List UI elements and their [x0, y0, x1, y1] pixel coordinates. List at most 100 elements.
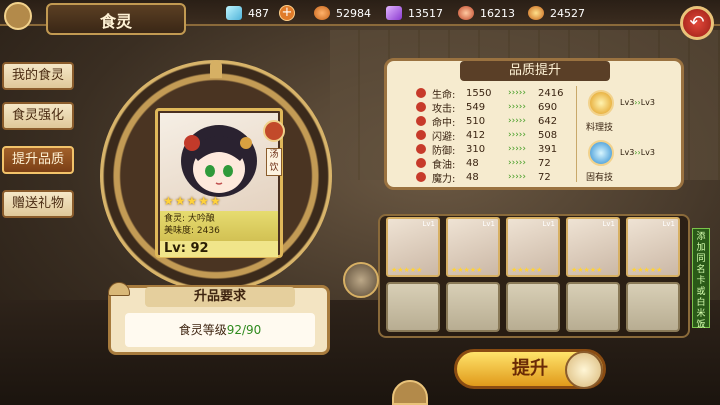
innate-skill-label: 固有技 — [586, 173, 614, 183]
menu-emblem-icon[interactable] — [4, 2, 32, 30]
tab-quality-upgrade[interactable]: 提升品质 — [2, 146, 74, 174]
requirement-value: 92/90 — [226, 323, 262, 337]
stat-from: 1550 — [466, 87, 492, 99]
material-card-5[interactable]: Lv1 ★★★★★ — [626, 217, 680, 277]
arrow-icon: ››››› — [508, 144, 526, 154]
cooking-skill-icon[interactable] — [588, 90, 614, 116]
innate-skill-level: Lv3››Lv3 — [620, 148, 655, 157]
material-card-stars: ★★★★★ — [391, 266, 423, 274]
requirement-title: 升品要求 — [145, 287, 295, 307]
material-card-level: Lv1 — [542, 220, 556, 228]
stat-to: 72 — [538, 171, 551, 183]
back-button[interactable]: ↶ — [680, 6, 714, 40]
stat-label: 魔力: — [432, 173, 456, 185]
empty-slot-2[interactable] — [446, 282, 500, 332]
stat-from: 549 — [466, 101, 486, 113]
resource-diamond: 487 + — [226, 4, 295, 22]
skill-level-from: Lv3 — [620, 148, 635, 157]
soup-bowl-icon — [263, 120, 285, 142]
material-card-level: Lv1 — [482, 220, 496, 228]
stat-label: 攻击: — [432, 103, 456, 115]
material-card-2[interactable]: Lv1 ★★★★★ — [446, 217, 500, 277]
add-diamond-button[interactable]: + — [279, 5, 295, 21]
stat-label: 食油: — [432, 159, 456, 171]
stat-row-defense: 防御: 310 ››››› 391 — [416, 142, 578, 157]
resource-crystal: 13517 — [386, 4, 443, 22]
empty-slot-4[interactable] — [566, 282, 620, 332]
stat-to: 642 — [538, 115, 558, 127]
arrow-icon: ››››› — [508, 116, 526, 126]
stat-row-dodge: 闪避: 412 ››››› 508 — [416, 128, 578, 143]
material-card-stars: ★★★★★ — [451, 266, 483, 274]
potion-count: 52984 — [336, 6, 371, 20]
stat-row-food-oil: 食油: 48 ››››› 72 — [416, 156, 578, 171]
meat-count: 16213 — [480, 6, 515, 20]
material-card-stars: ★★★★★ — [631, 266, 663, 274]
meat-icon — [458, 6, 474, 20]
heart-icon — [416, 88, 426, 98]
material-card-level: Lv1 — [422, 220, 436, 228]
spirit-level: Lv: 92 — [160, 241, 278, 257]
stat-to: 690 — [538, 101, 558, 113]
resource-coin: 24527 — [528, 4, 585, 22]
arrow-icon: ››››› — [508, 130, 526, 140]
stat-from: 48 — [466, 157, 479, 169]
skill-level-to: Lv3 — [640, 148, 655, 157]
stat-row-attack: 攻击: 549 ››››› 690 — [416, 100, 578, 115]
add-card-hint: 添加同名卡或白米饭 — [692, 228, 710, 330]
oil-drop-icon — [416, 158, 426, 168]
material-card-level: Lv1 — [602, 220, 616, 228]
stat-label: 防御: — [432, 145, 456, 157]
diamond-count: 487 — [248, 6, 269, 20]
arrow-icon: ››››› — [508, 172, 526, 182]
type-tag: 汤饮 — [266, 148, 282, 176]
tab-gift[interactable]: 赠送礼物 — [2, 190, 74, 218]
resource-potion: 52984 — [314, 4, 371, 22]
empty-slot-1[interactable] — [386, 282, 440, 332]
cloche-icon — [565, 351, 603, 389]
material-card-3[interactable]: Lv1 ★★★★★ — [506, 217, 560, 277]
coin-count: 24527 — [550, 6, 585, 20]
requirement-row: 食灵等级92/90 — [125, 313, 315, 347]
material-card-1[interactable]: Lv1 ★★★★★ — [386, 217, 440, 277]
cooking-skill-label: 料理技 — [586, 123, 614, 133]
stat-from: 310 — [466, 143, 486, 155]
stats-title: 品质提升 — [460, 61, 610, 81]
innate-skill-icon[interactable] — [588, 140, 614, 166]
tab-enhance[interactable]: 食灵强化 — [2, 102, 74, 130]
return-arrow-icon: ↶ — [689, 12, 705, 33]
magic-icon — [416, 172, 426, 182]
arrow-icon: ››››› — [508, 102, 526, 112]
stat-from: 48 — [466, 171, 479, 183]
empty-slot-5[interactable] — [626, 282, 680, 332]
diamond-icon — [226, 6, 242, 20]
shield-icon — [416, 144, 426, 154]
taste-value: 美味度: 2436 — [164, 226, 220, 236]
material-card-4[interactable]: Lv1 ★★★★★ — [566, 217, 620, 277]
skill-level-to: Lv3 — [640, 98, 655, 107]
page-title: 食灵 — [99, 12, 132, 31]
arrow-icon: ››››› — [508, 88, 526, 98]
stat-label: 生命: — [432, 89, 456, 101]
crystal-icon — [386, 6, 402, 20]
stat-label: 闪避: — [432, 131, 456, 143]
empty-slot-3[interactable] — [506, 282, 560, 332]
cloche-top-icon — [210, 60, 222, 78]
stat-row-hit: 命中: 510 ››››› 642 — [416, 114, 578, 129]
coin-pot-icon — [528, 6, 544, 20]
requirement-label: 食灵等级 — [178, 323, 227, 337]
crystal-count: 13517 — [408, 6, 443, 20]
target-icon — [416, 116, 426, 126]
stat-row-hp: 生命: 1550 ››››› 2416 — [416, 86, 578, 101]
auto-fill-emblem-icon[interactable] — [343, 262, 379, 298]
sword-icon — [416, 102, 426, 112]
stat-row-magic: 魔力: 48 ››››› 72 — [416, 170, 578, 185]
stat-from: 412 — [466, 129, 486, 141]
dodge-icon — [416, 130, 426, 140]
tab-my-spirits[interactable]: 我的食灵 — [2, 62, 74, 90]
material-card-level: Lv1 — [662, 220, 676, 228]
stats-divider — [576, 86, 577, 182]
stat-to: 72 — [538, 157, 551, 169]
game-screen: 食灵 487 + 52984 13517 16213 24527 ↶ 我的食灵 … — [0, 0, 720, 405]
material-card-stars: ★★★★★ — [511, 266, 543, 274]
